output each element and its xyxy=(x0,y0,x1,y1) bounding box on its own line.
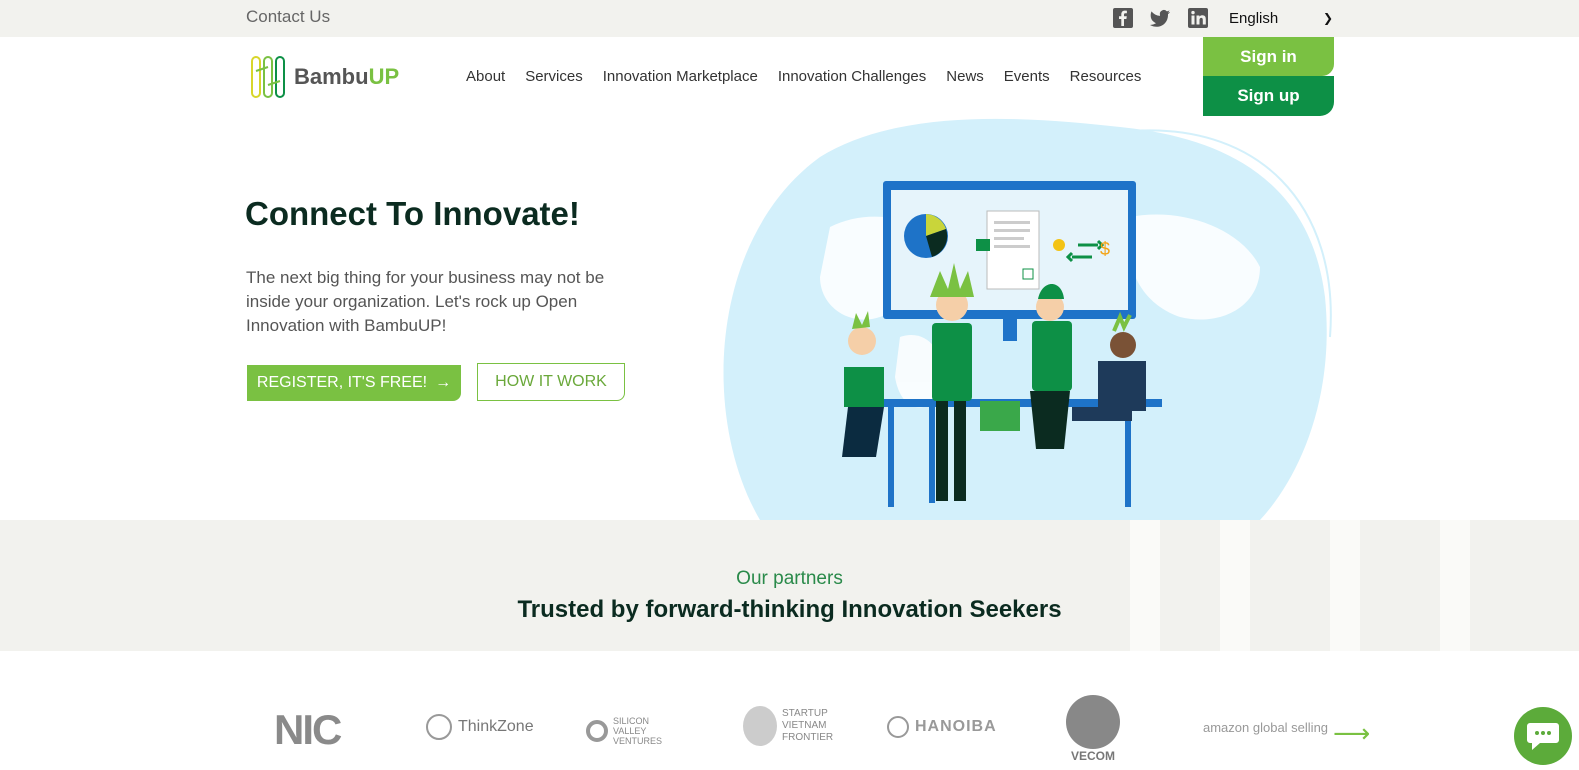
how-it-work-label: HOW IT WORK xyxy=(495,373,607,390)
bulb-icon xyxy=(426,714,452,740)
top-bar: Contact Us English ❯ xyxy=(0,0,1579,37)
auth-buttons: Sign in Sign up xyxy=(1203,37,1334,116)
contact-us-link[interactable]: Contact Us xyxy=(246,7,330,27)
site-header: BambuUP About Services Innovation Market… xyxy=(0,37,1579,117)
nav-innovation-challenges[interactable]: Innovation Challenges xyxy=(778,68,926,85)
hero-title: Connect To Innovate! xyxy=(245,195,580,232)
nav-innovation-marketplace[interactable]: Innovation Marketplace xyxy=(603,68,758,85)
hero-subtitle: The next big thing for your business may… xyxy=(246,268,605,335)
partner-logo-startup-vietnam-text: STARTUP VIETNAM FRONTIER xyxy=(782,708,834,743)
facebook-icon[interactable] xyxy=(1112,7,1134,29)
nav-events[interactable]: Events xyxy=(1004,68,1050,85)
partner-logo-amazon-text: amazon global selling xyxy=(1203,720,1329,735)
svf-icon xyxy=(743,706,777,746)
partner-logo-startup-vietnam[interactable]: STARTUP VIETNAM FRONTIER xyxy=(743,706,834,746)
svg-text:$: $ xyxy=(1100,239,1110,259)
arrow-right-icon: → xyxy=(435,374,452,391)
sign-up-button[interactable]: Sign up xyxy=(1203,76,1334,116)
register-label: REGISTER, IT'S FREE! xyxy=(256,374,428,391)
nav-news[interactable]: News xyxy=(946,68,984,85)
partner-logo-thinkzone[interactable]: ThinkZone xyxy=(426,714,534,740)
svv-icon xyxy=(586,720,608,742)
partner-logo-silicon-valley-text: SILICON VALLEY VENTURES xyxy=(613,716,663,746)
linkedin-icon[interactable] xyxy=(1187,7,1209,29)
hanoiba-icon xyxy=(887,716,909,738)
how-it-work-button[interactable]: HOW IT WORK xyxy=(477,363,625,401)
logo-wordmark: BambuUP xyxy=(294,64,399,90)
nav-resources[interactable]: Resources xyxy=(1070,68,1142,85)
sign-in-button[interactable]: Sign in xyxy=(1203,37,1334,76)
partner-logo-vecom[interactable]: VECOM xyxy=(1066,695,1120,763)
language-value: English xyxy=(1229,9,1279,27)
nav-about[interactable]: About xyxy=(466,68,505,85)
twitter-icon[interactable] xyxy=(1149,7,1171,29)
logo[interactable]: BambuUP xyxy=(248,55,399,99)
partners-eyebrow: Our partners xyxy=(736,568,843,589)
hero-illustration: $ xyxy=(723,118,1332,520)
chat-widget-button[interactable] xyxy=(1514,707,1572,765)
partner-logo-amazon[interactable]: amazon global selling xyxy=(1203,720,1328,735)
partner-logo-thinkzone-text: ThinkZone xyxy=(458,718,534,735)
partners-section: Our partners Trusted by forward-thinking… xyxy=(0,520,1579,651)
vecom-icon xyxy=(1066,695,1120,749)
partner-logo-hanoiba-text: HANOIBA xyxy=(915,718,997,735)
chevron-down-icon: ❯ xyxy=(1322,11,1333,25)
logo-text-up: UP xyxy=(368,64,400,89)
nav-services[interactable]: Services xyxy=(525,68,583,85)
partner-logo-nic-text: NIC xyxy=(274,706,342,753)
carousel-next-arrow-icon[interactable]: ⟶ xyxy=(1333,718,1370,749)
partner-logo-hanoiba[interactable]: HANOIBA xyxy=(887,716,997,738)
register-button[interactable]: REGISTER, IT'S FREE! → xyxy=(247,365,461,401)
main-nav: About Services Innovation Marketplace In… xyxy=(466,68,1141,85)
partners-title: Trusted by forward-thinking Innovation S… xyxy=(517,596,1062,623)
partner-logo-silicon-valley[interactable]: SILICON VALLEY VENTURES xyxy=(586,716,683,746)
language-select[interactable]: English ❯ xyxy=(1229,6,1333,30)
chat-icon xyxy=(1527,723,1559,750)
bamboo-logo-icon xyxy=(251,56,285,98)
logo-text-bambu: Bambu xyxy=(294,64,369,89)
partner-logo-vecom-text: VECOM xyxy=(1070,749,1115,763)
partner-logo-nic[interactable]: NIC xyxy=(274,706,342,754)
